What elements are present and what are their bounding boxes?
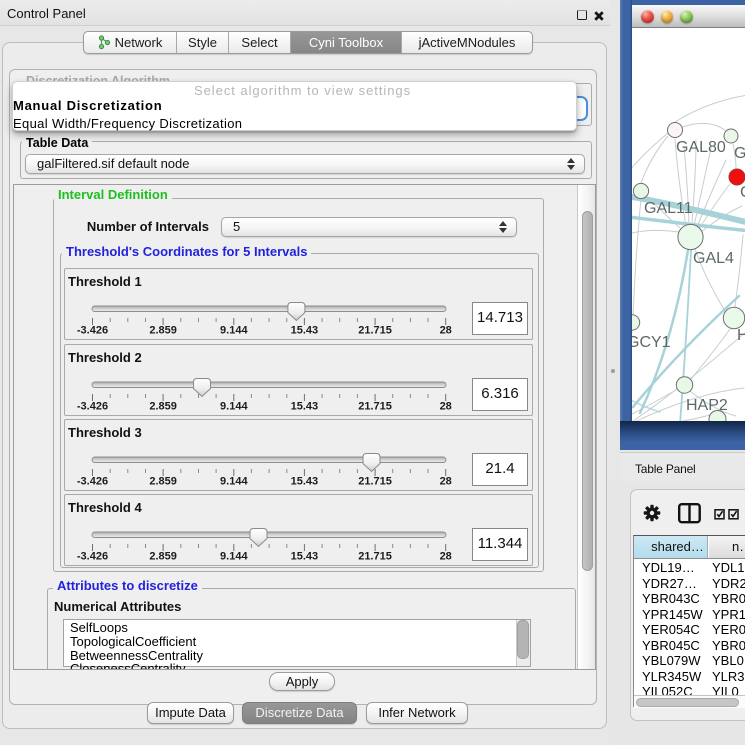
svg-text:-3.426: -3.426 <box>77 401 108 413</box>
svg-text:9.144: 9.144 <box>220 325 248 337</box>
svg-text:GAL80: GAL80 <box>676 139 726 156</box>
svg-text:28: 28 <box>440 401 452 413</box>
svg-text:21.715: 21.715 <box>358 401 392 413</box>
svg-text:15.43: 15.43 <box>291 325 319 337</box>
svg-text:HAP2: HAP2 <box>686 397 728 414</box>
svg-text:21.715: 21.715 <box>358 551 392 563</box>
svg-text:GCY1: GCY1 <box>632 334 671 351</box>
svg-text:28: 28 <box>440 551 452 563</box>
svg-text:GAL11: GAL11 <box>644 200 693 217</box>
svg-text:9.144: 9.144 <box>220 551 248 563</box>
svg-text:GAL4: GAL4 <box>693 250 734 267</box>
svg-text:28: 28 <box>440 325 452 337</box>
svg-text:9.144: 9.144 <box>220 476 248 488</box>
svg-text:GA: GA <box>734 145 745 162</box>
svg-text:HA: HA <box>737 327 745 344</box>
svg-text:9.144: 9.144 <box>220 401 248 413</box>
svg-text:2.859: 2.859 <box>149 325 177 337</box>
svg-text:2.859: 2.859 <box>149 401 177 413</box>
svg-text:15.43: 15.43 <box>291 401 319 413</box>
svg-text:21.715: 21.715 <box>358 476 392 488</box>
svg-text:-3.426: -3.426 <box>77 325 108 337</box>
svg-text:21.715: 21.715 <box>358 325 392 337</box>
svg-text:15.43: 15.43 <box>291 476 319 488</box>
svg-text:2.859: 2.859 <box>149 551 177 563</box>
svg-text:2.859: 2.859 <box>149 476 177 488</box>
svg-text:15.43: 15.43 <box>291 551 319 563</box>
svg-text:CY: CY <box>740 184 745 201</box>
svg-text:28: 28 <box>440 476 452 488</box>
svg-text:-3.426: -3.426 <box>77 476 108 488</box>
svg-text:-3.426: -3.426 <box>77 551 108 563</box>
